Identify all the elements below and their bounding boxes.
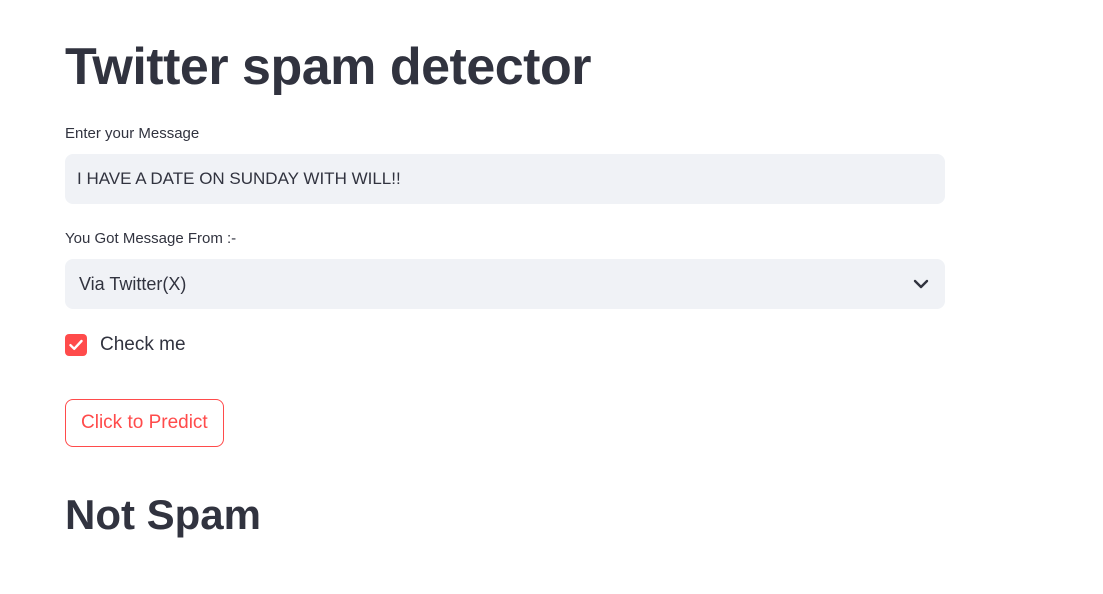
checkmark-icon (69, 339, 83, 350)
check-me-checkbox[interactable] (65, 334, 87, 356)
result-heading: Not Spam (65, 491, 262, 538)
message-input-label: Enter your Message (65, 125, 200, 142)
app-root: Twitter spam detector Enter your Message… (0, 0, 1103, 594)
chevron-down-icon (911, 274, 931, 294)
check-me-label: Check me (100, 334, 186, 355)
source-select[interactable]: Via Twitter(X) (65, 259, 945, 309)
source-select-value: Via Twitter(X) (79, 273, 187, 294)
page-title: Twitter spam detector (65, 38, 591, 96)
message-input[interactable] (65, 154, 945, 204)
check-me-checkbox-row[interactable]: Check me (65, 333, 186, 357)
source-select-label: You Got Message From :- (65, 230, 237, 247)
predict-button[interactable]: Click to Predict (65, 399, 224, 447)
